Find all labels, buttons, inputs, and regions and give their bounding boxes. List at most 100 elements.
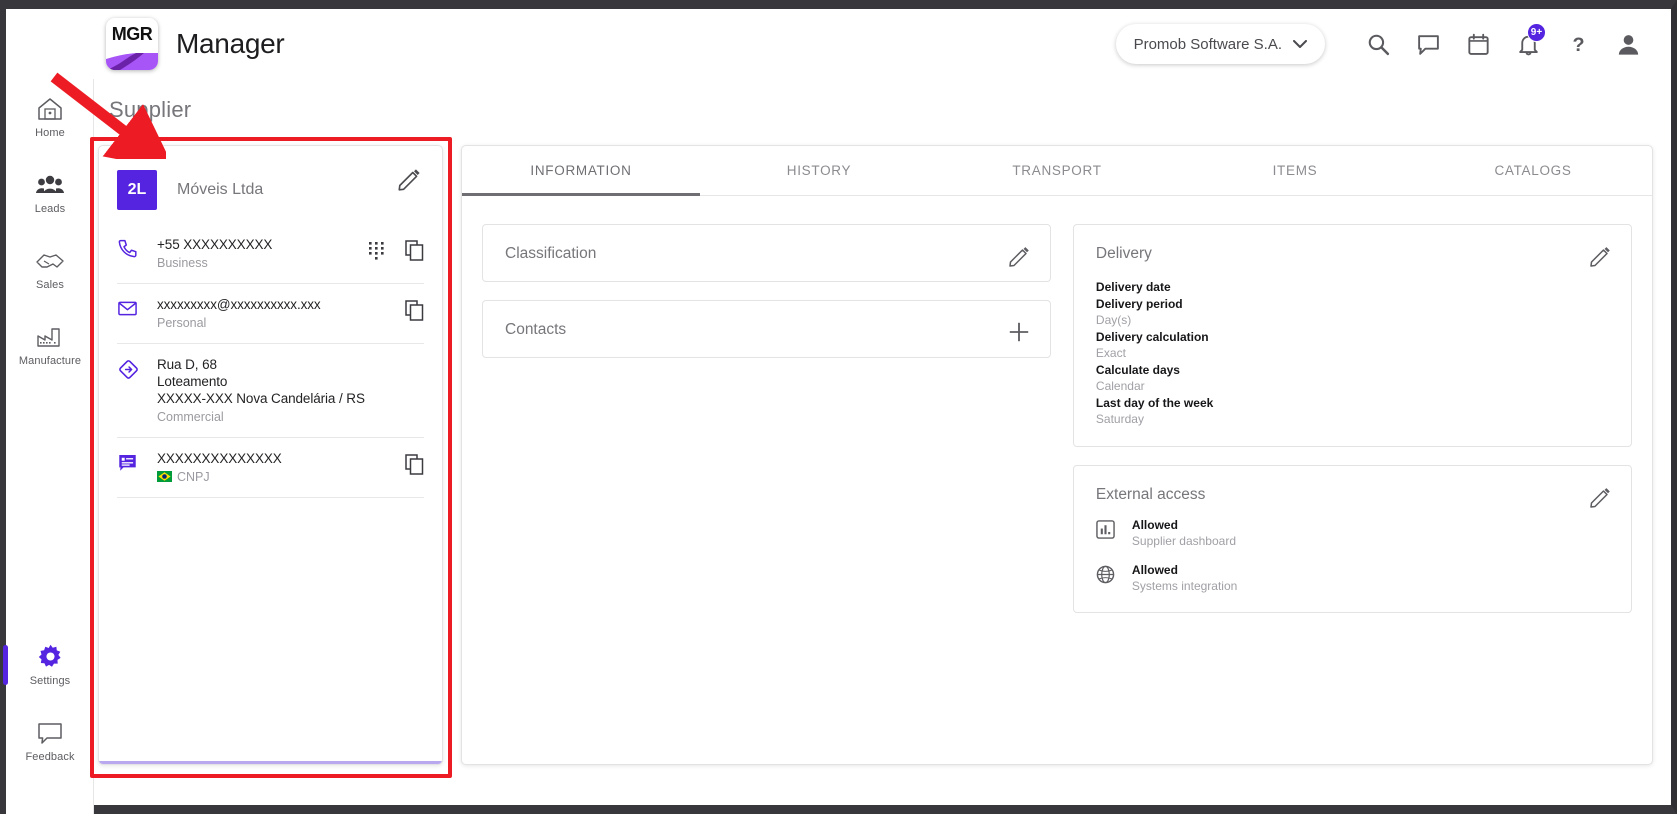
feedback-icon: [38, 722, 62, 744]
app-title: Manager: [176, 28, 285, 59]
contact-type: Business: [157, 256, 208, 270]
contact-actions: [405, 296, 424, 326]
delivery-field-value: Saturday: [1095, 412, 1144, 426]
access-status: Allowed: [1131, 517, 1178, 532]
dialpad-icon[interactable]: [368, 241, 385, 265]
sidebar-item-label: Feedback: [25, 750, 75, 763]
pencil-icon: [1590, 487, 1610, 508]
mgr-logo-icon: MGR: [106, 18, 158, 70]
factory-icon: [37, 327, 60, 347]
supplier-header: 2L Móveis Ltda: [99, 146, 442, 210]
address-line-3: XXXXX-XXX Nova Candelária / RS: [157, 391, 365, 406]
contact-body: +55 XXXXXXXXXX Business: [157, 236, 368, 270]
logo-wave-icon: [106, 53, 158, 70]
contact-value: xxxxxxxxx@xxxxxxxxxx.xxx: [157, 297, 321, 312]
tab-catalogs[interactable]: CATALOGS: [1414, 146, 1652, 195]
classification-panel: Classification: [482, 224, 1051, 282]
sidebar-item-label: Settings: [29, 675, 71, 687]
tab-bar: INFORMATION HISTORY TRANSPORT ITEMS CATA…: [462, 146, 1652, 196]
delivery-fields: Delivery date Delivery period Day(s) Del…: [1096, 279, 1609, 428]
external-access-body: Allowed Systems integration: [1132, 563, 1237, 594]
plus-icon: [1009, 322, 1029, 342]
supplier-info-card: 2L Móveis Ltda +55 XXXXXXXXXX Business x…: [98, 145, 443, 765]
calendar-icon[interactable]: [1453, 19, 1503, 69]
company-selector[interactable]: Promob Software S.A.: [1115, 24, 1325, 64]
copy-icon[interactable]: [405, 454, 424, 480]
phone-icon: [117, 236, 157, 264]
sidebar-item-sales[interactable]: Sales: [6, 231, 94, 307]
tab-transport[interactable]: TRANSPORT: [938, 146, 1176, 195]
contact-row-phone[interactable]: +55 XXXXXXXXXX Business: [117, 224, 424, 284]
notifications-icon[interactable]: 9+: [1503, 19, 1553, 69]
delivery-field-label: Delivery calculation: [1095, 329, 1209, 344]
sidebar-item-manufacture[interactable]: Manufacture: [6, 307, 94, 383]
edit-delivery-button[interactable]: [1587, 243, 1613, 269]
edit-supplier-button[interactable]: [396, 166, 422, 192]
sidebar: Home Leads Sales Manufacture Settings Fe…: [3, 79, 94, 814]
contact-row-address[interactable]: Rua D, 68 Loteamento XXXXX-XXX Nova Cand…: [117, 344, 424, 438]
active-indicator: [3, 645, 8, 685]
add-contact-button[interactable]: [1006, 319, 1032, 345]
contact-row-email[interactable]: xxxxxxxxx@xxxxxxxxxx.xxx Personal: [117, 284, 424, 344]
contact-value: +55 XXXXXXXXXX: [157, 237, 273, 252]
contact-actions: [368, 236, 424, 266]
page-title: Supplier: [109, 97, 192, 122]
logo-text: MGR: [111, 24, 153, 44]
chart-icon: [1096, 518, 1118, 544]
supplier-detail-panel: INFORMATION HISTORY TRANSPORT ITEMS CATA…: [461, 145, 1653, 765]
contacts-panel: Contacts: [482, 300, 1051, 358]
edit-external-access-button[interactable]: [1587, 484, 1613, 510]
pencil-icon: [1590, 247, 1610, 267]
access-status: Allowed: [1131, 562, 1178, 577]
chat-icon[interactable]: [1403, 19, 1453, 69]
information-columns: Classification Contacts Delivery Deliver…: [462, 196, 1652, 613]
pencil-icon: [1009, 247, 1029, 267]
help-icon[interactable]: ?: [1553, 19, 1603, 69]
edit-classification-button[interactable]: [1006, 243, 1032, 269]
address-line-1: Rua D, 68: [157, 357, 217, 372]
globe-icon: [1096, 563, 1118, 589]
external-access-panel: External access Allowed Supplier dashboa…: [1072, 464, 1632, 613]
copy-icon[interactable]: [405, 300, 424, 326]
contact-row-document[interactable]: XXXXXXXXXXXXXX CNPJ: [117, 438, 424, 498]
sidebar-item-feedback[interactable]: Feedback: [6, 703, 94, 779]
delivery-field-value: Day(s): [1095, 313, 1132, 327]
delivery-title: Delivery: [1095, 245, 1152, 262]
brand: MGR Manager: [106, 18, 285, 70]
notifications-badge: 9+: [1527, 23, 1546, 42]
contact-value: XXXXXXXXXXXXXX: [157, 451, 282, 466]
pencil-icon: [398, 169, 420, 191]
tab-history[interactable]: HISTORY: [700, 146, 938, 195]
home-icon: [38, 97, 62, 120]
people-icon: [36, 175, 64, 193]
delivery-field-label: Delivery period: [1095, 296, 1183, 311]
account-icon[interactable]: [1603, 19, 1653, 69]
external-access-title: External access: [1095, 485, 1206, 503]
card-accent-bar: [99, 761, 442, 764]
email-icon: [117, 296, 157, 324]
sidebar-item-label: Sales: [35, 278, 65, 291]
right-column: Delivery Delivery date Delivery period D…: [1072, 224, 1632, 613]
svg-text:?: ?: [1572, 33, 1584, 55]
contact-type: Personal: [157, 316, 207, 330]
copy-icon[interactable]: [405, 240, 424, 266]
external-access-row-integration: Allowed Systems integration: [1096, 563, 1609, 594]
sidebar-item-home[interactable]: Home: [6, 79, 94, 155]
address-line-2: Loteamento: [157, 374, 228, 389]
delivery-field-label: Last day of the week: [1095, 395, 1214, 410]
sidebar-item-settings[interactable]: Settings: [3, 627, 94, 703]
tab-information[interactable]: INFORMATION: [462, 146, 700, 196]
contact-actions: [405, 450, 424, 480]
sidebar-item-leads[interactable]: Leads: [6, 155, 94, 231]
contacts-title: Contacts: [505, 321, 567, 338]
tab-items[interactable]: ITEMS: [1176, 146, 1414, 195]
search-icon[interactable]: [1353, 19, 1403, 69]
handshake-icon: [36, 253, 64, 268]
contact-body: XXXXXXXXXXXXXX CNPJ: [157, 450, 405, 484]
contact-type: Commercial: [157, 410, 224, 424]
document-type-label: CNPJ: [177, 470, 210, 484]
classification-title: Classification: [505, 245, 597, 262]
supplier-name: Móveis Ltda: [177, 181, 264, 198]
access-description: Systems integration: [1131, 578, 1238, 593]
